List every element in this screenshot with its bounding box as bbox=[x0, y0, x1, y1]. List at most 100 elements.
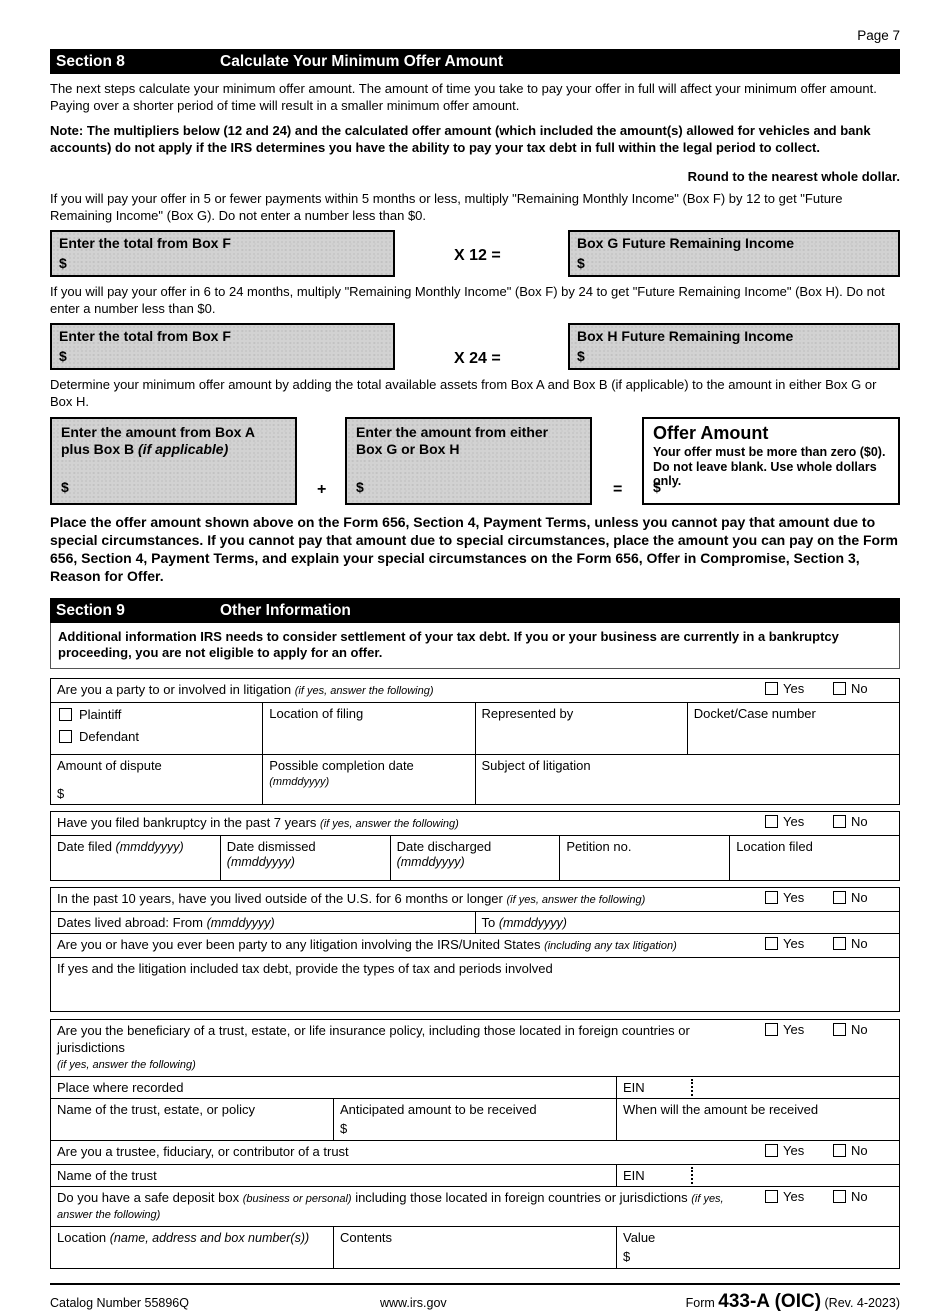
date-dismissed-format: (mmddyyyy) bbox=[226, 855, 295, 870]
irs-litigation-no-checkbox[interactable] bbox=[833, 937, 846, 951]
table-row: In the past 10 years, have you lived out… bbox=[50, 887, 900, 913]
beneficiary-no-checkbox[interactable] bbox=[833, 1023, 846, 1037]
subject-of-litigation-label: Subject of litigation bbox=[481, 758, 591, 774]
abroad-yes-checkbox[interactable] bbox=[765, 891, 778, 905]
plaintiff-checkbox[interactable] bbox=[59, 708, 72, 722]
box-g-field[interactable]: Box G Future Remaining Income $ bbox=[568, 230, 900, 277]
other-information-table: Are you a party to or involved in litiga… bbox=[49, 678, 901, 806]
safe-deposit-value-dollar: $ bbox=[623, 1249, 631, 1265]
trustee-no-checkbox[interactable] bbox=[833, 1143, 846, 1157]
safe-deposit-no-checkbox[interactable] bbox=[833, 1189, 846, 1203]
date-dismissed-label: Date dismissed bbox=[226, 839, 316, 855]
box-h-label: Box H Future Remaining Income bbox=[577, 328, 794, 344]
name-of-trust-cell[interactable]: Name of the trust bbox=[50, 1163, 617, 1187]
form-page: Page 7 Section 8 Calculate Your Minimum … bbox=[0, 0, 950, 1312]
abroad-no-option[interactable]: No bbox=[833, 890, 895, 905]
irs-litigation-yes-option[interactable]: Yes bbox=[765, 936, 827, 951]
beneficiary-yes-option[interactable]: Yes bbox=[765, 1022, 827, 1037]
box-h-dollar: $ bbox=[577, 348, 585, 365]
box-g-or-h-label: Enter the amount from either Box G or Bo… bbox=[356, 424, 581, 457]
bankruptcy-yes-checkbox[interactable] bbox=[765, 815, 778, 829]
equals-sign: = bbox=[613, 481, 623, 498]
trustee-yes-option[interactable]: Yes bbox=[765, 1143, 827, 1158]
litigation-no-checkbox[interactable] bbox=[833, 682, 846, 696]
location-of-filing-cell[interactable]: Location of filing bbox=[262, 702, 476, 756]
abroad-yesno-group: Yes No bbox=[765, 890, 895, 905]
defendant-option[interactable]: Defendant bbox=[59, 729, 257, 744]
date-filed-label: Date filed bbox=[57, 839, 116, 855]
question-bankruptcy-italic: (if yes, answer the following) bbox=[320, 818, 459, 831]
bankruptcy-yes-option[interactable]: Yes bbox=[765, 814, 827, 829]
ein-trust-divider bbox=[691, 1166, 693, 1184]
location-filed-cell[interactable]: Location filed bbox=[729, 835, 900, 882]
possible-completion-date-cell[interactable]: Possible completion date (mmddyyyy) bbox=[262, 754, 476, 806]
abroad-table: In the past 10 years, have you lived out… bbox=[50, 887, 900, 1013]
when-received-cell[interactable]: When will the amount be received bbox=[616, 1097, 900, 1141]
litigation-no-option[interactable]: No bbox=[833, 681, 895, 696]
subject-of-litigation-cell[interactable]: Subject of litigation bbox=[474, 754, 900, 806]
table-row: Date filed (mmddyyyy) Date dismissed (mm… bbox=[50, 835, 900, 882]
safe-deposit-contents-cell[interactable]: Contents bbox=[333, 1226, 617, 1270]
irs-litigation-no-label: No bbox=[851, 936, 868, 952]
question-safe-deposit-mid: including those located in foreign count… bbox=[351, 1189, 692, 1205]
offer-amount-field[interactable]: Offer Amount Your offer must be more tha… bbox=[642, 417, 900, 505]
beneficiary-yes-checkbox[interactable] bbox=[765, 1023, 778, 1037]
bankruptcy-table: Have you filed bankruptcy in the past 7 … bbox=[50, 811, 900, 882]
defendant-checkbox[interactable] bbox=[59, 730, 72, 744]
location-of-filing-label: Location of filing bbox=[269, 706, 364, 722]
date-filed-cell[interactable]: Date filed (mmddyyyy) bbox=[50, 835, 221, 882]
instruction-multiply-24: If you will pay your offer in 6 to 24 mo… bbox=[50, 284, 885, 316]
litigation-yes-option[interactable]: Yes bbox=[765, 681, 827, 696]
safe-deposit-yes-checkbox[interactable] bbox=[765, 1189, 778, 1203]
plaintiff-option[interactable]: Plaintiff bbox=[59, 707, 257, 722]
ein-beneficiary-cell[interactable]: EIN bbox=[616, 1075, 900, 1099]
litigation-yes-checkbox[interactable] bbox=[765, 682, 778, 696]
abroad-yes-option[interactable]: Yes bbox=[765, 890, 827, 905]
tax-debt-types-cell[interactable]: If yes and the litigation included tax d… bbox=[50, 957, 900, 1013]
box-f-first-field[interactable]: Enter the total from Box F $ bbox=[50, 230, 395, 277]
question-abroad-cell: In the past 10 years, have you lived out… bbox=[50, 887, 900, 913]
beneficiary-no-option[interactable]: No bbox=[833, 1022, 895, 1037]
irs-website-url[interactable]: www.irs.gov bbox=[380, 1296, 630, 1310]
dates-abroad-from-cell[interactable]: Dates lived abroad: From (mmddyyyy) bbox=[50, 911, 476, 935]
dates-abroad-to-cell[interactable]: To (mmddyyyy) bbox=[474, 911, 900, 935]
box-g-or-h-field[interactable]: Enter the amount from either Box G or Bo… bbox=[345, 417, 592, 505]
name-of-trust-estate-policy-cell[interactable]: Name of the trust, estate, or policy bbox=[50, 1097, 334, 1141]
box-g-dollar: $ bbox=[577, 255, 585, 272]
date-dismissed-cell[interactable]: Date dismissed (mmddyyyy) bbox=[219, 835, 391, 882]
form-identifier: Form 433-A (OIC) (Rev. 4-2023) bbox=[630, 1291, 900, 1313]
question-trustee-cell: Are you a trustee, fiduciary, or contrib… bbox=[50, 1139, 900, 1165]
box-a-plus-b-label-italic: (if applicable) bbox=[138, 440, 229, 457]
irs-litigation-no-option[interactable]: No bbox=[833, 936, 895, 951]
box-f-first-label: Enter the total from Box F bbox=[59, 235, 231, 251]
abroad-no-checkbox[interactable] bbox=[833, 891, 846, 905]
abroad-yes-label: Yes bbox=[783, 890, 805, 906]
ein-trust-cell[interactable]: EIN bbox=[616, 1163, 900, 1187]
represented-by-cell[interactable]: Represented by bbox=[474, 702, 688, 756]
safe-deposit-yes-option[interactable]: Yes bbox=[765, 1189, 827, 1204]
plaintiff-label: Plaintiff bbox=[79, 707, 122, 723]
safe-deposit-no-option[interactable]: No bbox=[833, 1189, 895, 1204]
box-f-second-field[interactable]: Enter the total from Box F $ bbox=[50, 323, 395, 370]
docket-case-number-cell[interactable]: Docket/Case number bbox=[686, 702, 901, 756]
trustee-yes-checkbox[interactable] bbox=[765, 1143, 778, 1157]
multiplier-12-label: X 12 = bbox=[454, 247, 501, 264]
ein-divider bbox=[691, 1078, 693, 1096]
anticipated-amount-cell[interactable]: Anticipated amount to be received $ bbox=[333, 1097, 617, 1141]
safe-deposit-value-cell[interactable]: Value $ bbox=[616, 1226, 900, 1270]
trustee-no-option[interactable]: No bbox=[833, 1143, 895, 1158]
beneficiary-yes-label: Yes bbox=[783, 1022, 805, 1038]
place-where-recorded-cell[interactable]: Place where recorded bbox=[50, 1075, 617, 1099]
box-a-plus-b-field[interactable]: Enter the amount from Box A plus Box B (… bbox=[50, 417, 297, 505]
amount-of-dispute-cell[interactable]: Amount of dispute $ bbox=[49, 754, 264, 806]
box-a-plus-b-dollar: $ bbox=[61, 479, 69, 495]
irs-litigation-yes-checkbox[interactable] bbox=[765, 937, 778, 951]
bankruptcy-no-checkbox[interactable] bbox=[833, 815, 846, 829]
date-discharged-cell[interactable]: Date discharged (mmddyyyy) bbox=[389, 835, 561, 882]
safe-deposit-location-cell[interactable]: Location (name, address and box number(s… bbox=[50, 1226, 334, 1270]
petition-no-cell[interactable]: Petition no. bbox=[559, 835, 731, 882]
form-number: 433-A (OIC) bbox=[718, 1291, 822, 1313]
bankruptcy-no-option[interactable]: No bbox=[833, 814, 895, 829]
dates-abroad-from-label: Dates lived abroad: From bbox=[57, 915, 207, 931]
box-h-field[interactable]: Box H Future Remaining Income $ bbox=[568, 323, 900, 370]
